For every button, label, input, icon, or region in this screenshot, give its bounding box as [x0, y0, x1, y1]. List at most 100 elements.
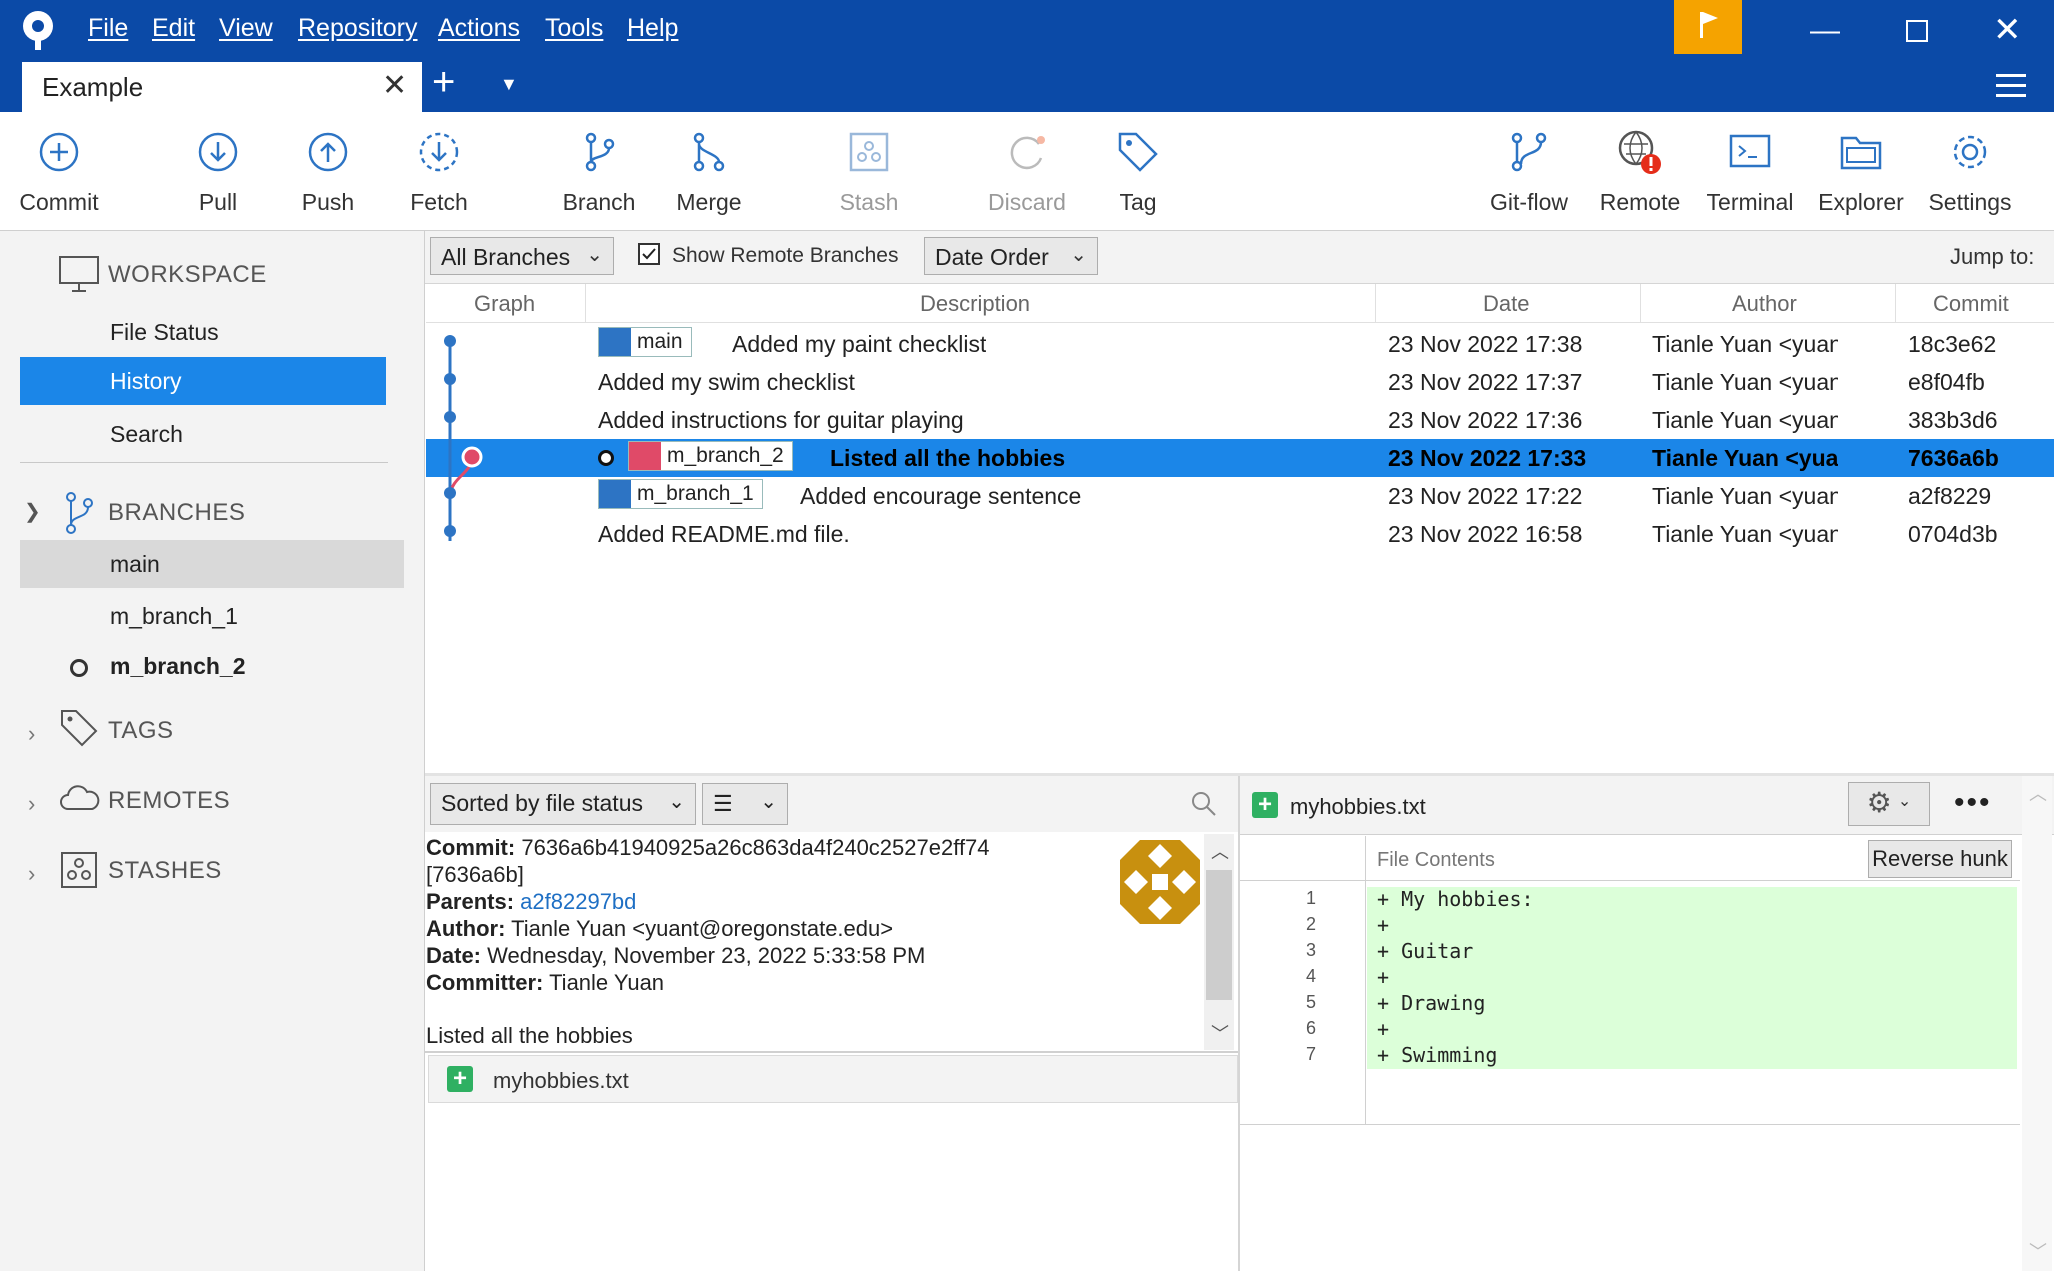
- minimize-button[interactable]: —: [1810, 14, 1840, 48]
- remote-button[interactable]: Remote: [1585, 130, 1695, 216]
- diff-options-button[interactable]: ⚙ ⌄: [1848, 782, 1930, 826]
- diff-line-text: + Drawing: [1377, 991, 1486, 1015]
- commit-row[interactable]: main Added my paint checklist 23 Nov 202…: [426, 325, 2054, 363]
- menu-actions[interactable]: Actions: [438, 14, 520, 43]
- menu-edit[interactable]: Edit: [152, 14, 195, 43]
- merge-button[interactable]: Merge: [654, 130, 764, 216]
- branch-button[interactable]: Branch: [544, 130, 654, 216]
- commit-row[interactable]: Added my swim checklist 23 Nov 2022 17:3…: [426, 363, 2054, 401]
- author-avatar: [1120, 840, 1200, 924]
- maximize-button[interactable]: [1906, 20, 1928, 42]
- branches-collapse-chevron-icon[interactable]: ❯: [24, 499, 41, 524]
- discard-button[interactable]: Discard: [972, 130, 1082, 216]
- reverse-hunk-button[interactable]: Reverse hunk: [1868, 840, 2012, 878]
- column-commit[interactable]: Commit: [1933, 291, 2009, 317]
- menu-repository[interactable]: Repository: [298, 14, 418, 43]
- more-options-button[interactable]: •••: [1954, 786, 1992, 820]
- diff-line-text: +: [1377, 913, 1390, 937]
- stashes-expand-chevron-icon[interactable]: ›: [28, 861, 35, 887]
- pull-button[interactable]: Pull: [163, 130, 273, 216]
- show-remote-branches-label[interactable]: Show Remote Branches: [672, 244, 898, 268]
- sidebar-branch-m-branch-2[interactable]: m_branch_2: [110, 653, 246, 680]
- commit-node: [444, 525, 456, 537]
- menu-tools[interactable]: Tools: [545, 14, 603, 43]
- close-tab-icon[interactable]: ✕: [382, 68, 407, 103]
- parent-hash-link[interactable]: a2f82297bd: [520, 889, 636, 914]
- stashes-icon: [61, 852, 97, 888]
- commit-full-hash[interactable]: 7636a6b41940925a26c863da4f240c2527e2ff74: [521, 835, 989, 860]
- branches-filter-dropdown[interactable]: All Branches ⌄: [430, 237, 614, 275]
- stash-button[interactable]: Stash: [814, 130, 924, 216]
- tab-example[interactable]: Example ✕: [22, 62, 422, 112]
- branches-heading[interactable]: BRANCHES: [108, 499, 245, 527]
- stash-label: Stash: [839, 189, 899, 215]
- search-icon[interactable]: [1190, 790, 1218, 818]
- menu-view[interactable]: View: [219, 14, 273, 43]
- branch-tag-label: m_branch_1: [637, 482, 754, 505]
- new-tab-button[interactable]: +: [432, 62, 455, 102]
- details-scrollbar[interactable]: ︿ ﹀: [1204, 834, 1234, 1050]
- sidebar-item-history[interactable]: History: [20, 357, 386, 405]
- file-sort-dropdown[interactable]: Sorted by file status ⌄: [430, 783, 696, 825]
- commit-button[interactable]: Commit: [4, 130, 114, 216]
- menu-file[interactable]: File: [88, 14, 128, 43]
- sidebar-branch-main[interactable]: main: [20, 540, 404, 588]
- remotes-heading[interactable]: REMOTES: [108, 787, 230, 815]
- scroll-down-icon[interactable]: ﹀: [1211, 1020, 1229, 1046]
- sort-order-dropdown[interactable]: Date Order ⌄: [924, 237, 1098, 275]
- tags-expand-chevron-icon[interactable]: ›: [28, 721, 35, 747]
- diff-line-text: +: [1377, 1017, 1390, 1041]
- show-remote-branches-checkbox[interactable]: [638, 243, 660, 265]
- tag-button[interactable]: Tag: [1083, 130, 1193, 216]
- commit-hash: 7636a6b: [1908, 445, 1999, 471]
- commit-row[interactable]: m_branch_1 Added encourage sentence 23 N…: [426, 477, 2054, 515]
- diff-line-added[interactable]: + Drawing: [1367, 991, 2017, 1017]
- tab-dropdown-icon[interactable]: ▼: [500, 74, 518, 95]
- close-window-button[interactable]: ✕: [1993, 10, 2022, 50]
- sidebar-item-file-status[interactable]: File Status: [110, 319, 219, 346]
- scrollbar-thumb[interactable]: [1206, 870, 1232, 1000]
- sidebar-item-search[interactable]: Search: [110, 421, 183, 448]
- column-date[interactable]: Date: [1483, 291, 1529, 317]
- line-number: 1: [1305, 888, 1316, 908]
- view-mode-dropdown[interactable]: ☰ ⌄: [702, 783, 788, 825]
- branch-tag-m-branch-1[interactable]: m_branch_1: [598, 479, 763, 509]
- commit-row-selected[interactable]: m_branch_2 Listed all the hobbies 23 Nov…: [426, 439, 2054, 477]
- sort-order-value: Date Order: [935, 244, 1049, 270]
- diff-scrollbar[interactable]: ︿ ﹀: [2022, 776, 2052, 1271]
- branch-tag-main[interactable]: main: [598, 327, 692, 357]
- commit-row[interactable]: Added README.md file. 23 Nov 2022 16:58 …: [426, 515, 2054, 553]
- diff-line-added[interactable]: +: [1367, 1017, 2017, 1043]
- push-button[interactable]: Push: [273, 130, 383, 216]
- notification-flag-button[interactable]: [1674, 0, 1742, 54]
- commit-node: [444, 373, 456, 385]
- gitflow-button[interactable]: Git-flow: [1474, 130, 1584, 216]
- column-description[interactable]: Description: [920, 291, 1030, 317]
- changed-file-item[interactable]: + myhobbies.txt: [428, 1055, 1238, 1103]
- menu-help[interactable]: Help: [627, 14, 678, 43]
- scroll-up-icon[interactable]: ︿: [1211, 838, 1229, 864]
- remotes-expand-chevron-icon[interactable]: ›: [28, 791, 35, 817]
- settings-button[interactable]: Settings: [1915, 130, 2025, 216]
- diff-line-added[interactable]: + Guitar: [1367, 939, 2017, 965]
- scroll-down-icon[interactable]: ﹀: [2029, 1238, 2047, 1264]
- terminal-button[interactable]: Terminal: [1695, 130, 1805, 216]
- diff-line-added[interactable]: + My hobbies:: [1367, 887, 2017, 913]
- history-label: History: [110, 368, 182, 394]
- column-author[interactable]: Author: [1732, 291, 1797, 317]
- column-graph[interactable]: Graph: [474, 291, 535, 317]
- scroll-up-icon[interactable]: ︿: [2029, 780, 2047, 806]
- branch-tag-m-branch-2[interactable]: m_branch_2: [628, 441, 793, 471]
- tags-heading[interactable]: TAGS: [108, 717, 174, 745]
- commit-row[interactable]: Added instructions for guitar playing 23…: [426, 401, 2054, 439]
- diff-line-added[interactable]: +: [1367, 965, 2017, 991]
- tag-label: Tag: [1119, 189, 1157, 215]
- stashes-heading[interactable]: STASHES: [108, 857, 222, 885]
- sidebar-branch-m-branch-1[interactable]: m_branch_1: [110, 603, 238, 630]
- explorer-button[interactable]: Explorer: [1806, 130, 1916, 216]
- diff-line-added[interactable]: + Swimming: [1367, 1043, 2017, 1069]
- diff-line-added[interactable]: +: [1367, 913, 2017, 939]
- fetch-button[interactable]: Fetch: [384, 130, 494, 216]
- hamburger-menu-button[interactable]: [1996, 74, 2026, 97]
- explorer-label: Explorer: [1818, 189, 1904, 215]
